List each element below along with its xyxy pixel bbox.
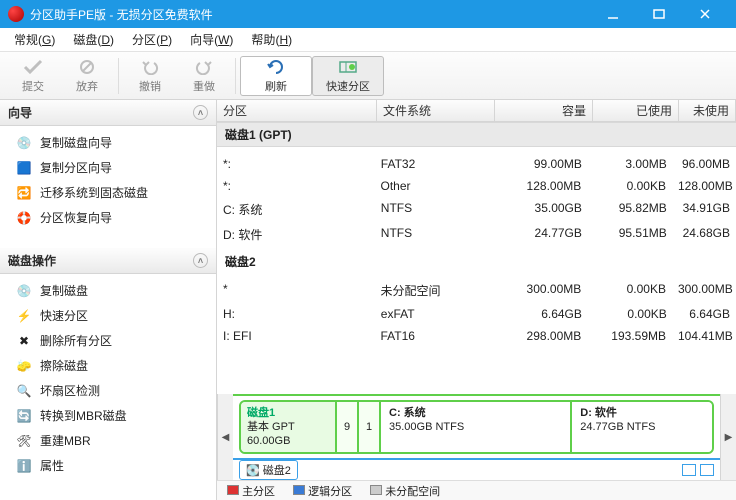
col-capacity[interactable]: 容量 <box>495 100 593 121</box>
recovery-icon: 🛟 <box>16 210 32 226</box>
undo-button[interactable]: 撤销 <box>123 54 177 98</box>
menu-partition[interactable]: 分区(P) <box>124 29 180 50</box>
diskops-panel-header[interactable]: 磁盘操作 ˄ <box>0 248 216 274</box>
table-row[interactable]: C: 系统NTFS35.00GB95.82MB34.91GB <box>217 197 736 222</box>
separator <box>118 58 119 94</box>
sidebar-item-copy-disk-wizard[interactable]: 💿复制磁盘向导 <box>0 130 216 155</box>
separator <box>235 58 236 94</box>
sidebar-item-properties[interactable]: ℹ️属性 <box>0 453 216 478</box>
col-partition[interactable]: 分区 <box>217 100 377 121</box>
app-icon <box>8 6 24 22</box>
table-row[interactable]: H:exFAT6.64GB0.00KB6.64GB <box>217 303 736 325</box>
disk1-info[interactable]: 磁盘1 基本 GPT 60.00GB <box>241 402 337 452</box>
refresh-button[interactable]: 刷新 <box>240 56 312 96</box>
disk1-diagram[interactable]: 磁盘1 基本 GPT 60.00GB 9 1 C: 系统 35.00GB NTF… <box>239 400 714 454</box>
quick-icon <box>337 58 359 76</box>
sidebar-item-delete-all[interactable]: ✖删除所有分区 <box>0 328 216 353</box>
sidebar-item-copy-disk[interactable]: 💿复制磁盘 <box>0 278 216 303</box>
disk1-part-c[interactable]: C: 系统 35.00GB NTFS <box>381 402 572 452</box>
disk2-bar: 💽磁盘2 <box>233 458 720 480</box>
disk1-part-small1[interactable]: 9 <box>337 402 359 452</box>
swatch-unalloc <box>370 485 382 495</box>
menu-help[interactable]: 帮助(H) <box>243 29 300 50</box>
disk-icon: 💿 <box>16 283 32 299</box>
redo-button[interactable]: 重做 <box>177 54 231 98</box>
menu-general[interactable]: 常规(G) <box>6 29 63 50</box>
minimize-button[interactable] <box>590 3 636 25</box>
menu-disk[interactable]: 磁盘(D) <box>65 29 122 50</box>
migrate-icon: 🔁 <box>16 185 32 201</box>
grid-body[interactable]: 磁盘1 (GPT) *:FAT3299.00MB3.00MB96.00MB *:… <box>217 122 736 394</box>
scroll-right-button[interactable]: ▶ <box>720 394 736 480</box>
maximize-button[interactable] <box>636 3 682 25</box>
disk1-bar: 磁盘1 基本 GPT 60.00GB 9 1 C: 系统 35.00GB NTF… <box>233 394 720 458</box>
table-row[interactable]: I: EFIFAT16298.00MB193.59MB104.41MB <box>217 325 736 347</box>
disk-copy-icon: 💿 <box>16 135 32 151</box>
grid-header: 分区 文件系统 容量 已使用 未使用 <box>217 100 736 122</box>
erase-icon: 🧽 <box>16 358 32 374</box>
chevron-up-icon[interactable]: ˄ <box>193 105 208 120</box>
toolbar: 提交 放弃 撤销 重做 刷新 快速分区 <box>0 52 736 100</box>
table-row[interactable]: D: 软件NTFS24.77GB95.51MB24.68GB <box>217 222 736 247</box>
col-filesystem[interactable]: 文件系统 <box>377 100 495 121</box>
sidebar: 向导 ˄ 💿复制磁盘向导 🟦复制分区向导 🔁迁移系统到固态磁盘 🛟分区恢复向导 … <box>0 100 217 500</box>
content-area: 分区 文件系统 容量 已使用 未使用 磁盘1 (GPT) *:FAT3299.0… <box>217 100 736 500</box>
check-icon <box>22 58 44 76</box>
undo-icon <box>139 58 161 76</box>
wizard-title: 向导 <box>8 104 32 121</box>
sidebar-item-bad-sector[interactable]: 🔍坏扇区检测 <box>0 378 216 403</box>
menu-wizard[interactable]: 向导(W) <box>182 29 241 50</box>
chevron-up-icon[interactable]: ˄ <box>193 253 208 268</box>
swatch-primary <box>227 485 239 495</box>
legend: 主分区 逻辑分区 未分配空间 <box>217 480 736 500</box>
sidebar-item-convert-mbr[interactable]: 🔄转换到MBR磁盘 <box>0 403 216 428</box>
col-used[interactable]: 已使用 <box>593 100 679 121</box>
rebuild-icon: 🛠 <box>16 433 32 449</box>
disk2-seg1[interactable] <box>682 464 696 476</box>
close-button[interactable] <box>682 3 728 25</box>
table-row[interactable]: *:FAT3299.00MB3.00MB96.00MB <box>217 153 736 175</box>
quick-icon: ⚡ <box>16 308 32 324</box>
commit-button[interactable]: 提交 <box>6 54 60 98</box>
sidebar-item-wipe-disk[interactable]: 🧽擦除磁盘 <box>0 353 216 378</box>
partition-copy-icon: 🟦 <box>16 160 32 176</box>
menu-bar: 常规(G) 磁盘(D) 分区(P) 向导(W) 帮助(H) <box>0 28 736 52</box>
refresh-icon <box>265 58 287 76</box>
delete-icon: ✖ <box>16 333 32 349</box>
disk2-seg2[interactable] <box>700 464 714 476</box>
disk1-part-small2[interactable]: 1 <box>359 402 381 452</box>
disk-icon: 💽 <box>246 464 260 477</box>
swatch-logical <box>293 485 305 495</box>
sidebar-item-rebuild-mbr[interactable]: 🛠重建MBR <box>0 428 216 453</box>
window-title: 分区助手PE版 - 无损分区免费软件 <box>30 6 590 23</box>
discard-icon <box>76 58 98 76</box>
sidebar-item-migrate-ssd[interactable]: 🔁迁移系统到固态磁盘 <box>0 180 216 205</box>
disk2-chip[interactable]: 💽磁盘2 <box>239 460 298 480</box>
sidebar-item-partition-recovery[interactable]: 🛟分区恢复向导 <box>0 205 216 230</box>
quick-partition-button[interactable]: 快速分区 <box>312 56 384 96</box>
wizard-panel-header[interactable]: 向导 ˄ <box>0 100 216 126</box>
disk2-group[interactable]: 磁盘2 <box>217 247 736 272</box>
sidebar-item-copy-partition-wizard[interactable]: 🟦复制分区向导 <box>0 155 216 180</box>
table-row[interactable]: *未分配空间300.00MB0.00KB300.00MB <box>217 278 736 303</box>
table-row[interactable]: *:Other128.00MB0.00KB128.00MB <box>217 175 736 197</box>
title-bar: 分区助手PE版 - 无损分区免费软件 <box>0 0 736 28</box>
diskops-title: 磁盘操作 <box>8 252 56 269</box>
redo-icon <box>193 58 215 76</box>
scroll-left-button[interactable]: ◀ <box>217 394 233 480</box>
scan-icon: 🔍 <box>16 383 32 399</box>
discard-button[interactable]: 放弃 <box>60 54 114 98</box>
sidebar-item-quick-partition[interactable]: ⚡快速分区 <box>0 303 216 328</box>
info-icon: ℹ️ <box>16 458 32 474</box>
disk1-part-d[interactable]: D: 软件 24.77GB NTFS <box>572 402 712 452</box>
disk1-group[interactable]: 磁盘1 (GPT) <box>217 122 736 147</box>
col-free[interactable]: 未使用 <box>679 100 736 121</box>
convert-icon: 🔄 <box>16 408 32 424</box>
